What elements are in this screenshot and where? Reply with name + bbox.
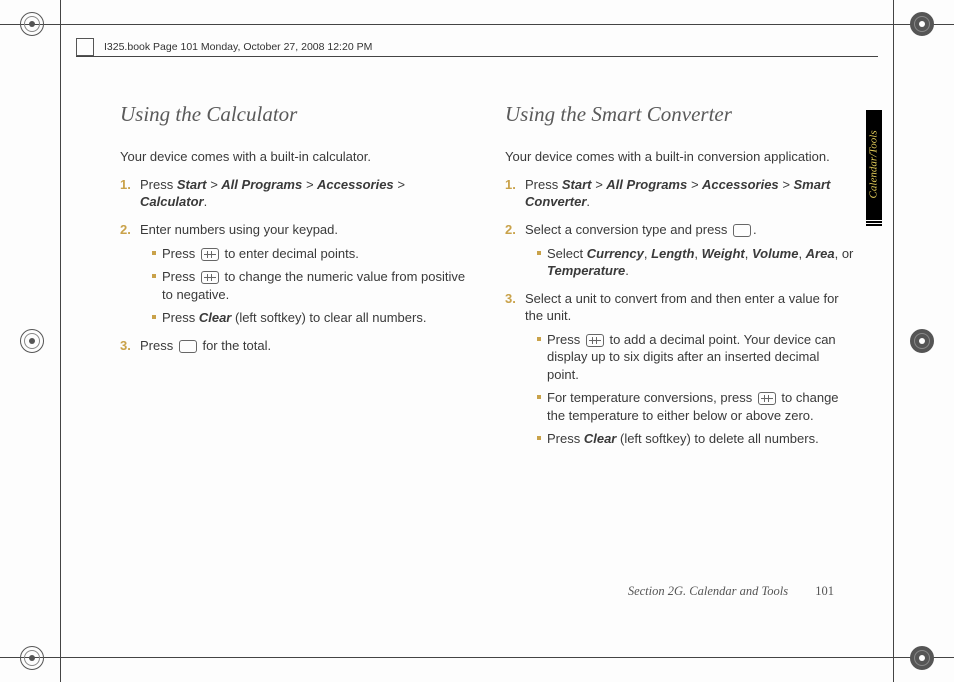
book-header: I325.book Page 101 Monday, October 27, 2… <box>76 38 878 54</box>
keypad-icon <box>201 271 219 284</box>
keypad-icon <box>586 334 604 347</box>
page-footer: Section 2G. Calendar and Tools 101 <box>628 583 834 600</box>
registration-mark-icon <box>910 646 934 670</box>
substep-item: Select Currency, Length, Weight, Volume,… <box>537 245 854 280</box>
step-number: 1. <box>120 176 131 194</box>
intro-text: Your device comes with a built-in conver… <box>505 148 854 166</box>
step-item: 3. Select a unit to convert from and the… <box>505 290 854 448</box>
keypad-icon <box>758 392 776 405</box>
footer-page-number: 101 <box>815 584 834 598</box>
softkey-icon <box>179 340 197 353</box>
step-item: 2. Select a conversion type and press . … <box>505 221 854 280</box>
intro-text: Your device comes with a built-in calcul… <box>120 148 469 166</box>
right-column: Using the Smart Converter Your device co… <box>505 100 854 612</box>
registration-mark-icon <box>910 329 934 353</box>
registration-mark-icon <box>20 12 44 36</box>
substep-item: Press to add a decimal point. Your devic… <box>537 331 854 384</box>
step-number: 3. <box>505 290 516 308</box>
footer-section: Section 2G. Calendar and Tools <box>628 584 788 598</box>
substep-item: Press to enter decimal points. <box>152 245 469 263</box>
step-item: 1. Press Start > All Programs > Accessor… <box>505 176 854 211</box>
step-number: 2. <box>505 221 516 239</box>
heading-calculator: Using the Calculator <box>120 100 469 128</box>
crop-line-left <box>60 0 61 682</box>
steps-list: 1. Press Start > All Programs > Accessor… <box>120 176 469 354</box>
step-number: 1. <box>505 176 516 194</box>
heading-converter: Using the Smart Converter <box>505 100 854 128</box>
substeps-list: Press to enter decimal points. Press to … <box>140 245 469 327</box>
left-column: Using the Calculator Your device comes w… <box>120 100 469 612</box>
substeps-list: Select Currency, Length, Weight, Volume,… <box>525 245 854 280</box>
header-rule <box>76 56 878 57</box>
thumb-tab: Calendar/Tools <box>866 110 882 218</box>
crop-line-top <box>0 24 954 25</box>
crop-line-right <box>893 0 894 682</box>
step-number: 2. <box>120 221 131 239</box>
registration-mark-icon <box>20 646 44 670</box>
substeps-list: Press to add a decimal point. Your devic… <box>525 331 854 448</box>
crop-line-bottom <box>0 657 954 658</box>
registration-mark-icon <box>910 12 934 36</box>
substep-item: Press Clear (left softkey) to clear all … <box>152 309 469 327</box>
softkey-icon <box>733 224 751 237</box>
registration-mark-icon <box>20 329 44 353</box>
book-line-text: I325.book Page 101 Monday, October 27, 2… <box>104 40 372 54</box>
steps-list: 1. Press Start > All Programs > Accessor… <box>505 176 854 448</box>
step-item: 2. Enter numbers using your keypad. Pres… <box>120 221 469 327</box>
keypad-icon <box>201 248 219 261</box>
step-item: 1. Press Start > All Programs > Accessor… <box>120 176 469 211</box>
thumb-tab-label: Calendar/Tools <box>867 130 882 198</box>
substep-item: Press to change the numeric value from p… <box>152 268 469 303</box>
step-number: 3. <box>120 337 131 355</box>
page-body: Using the Calculator Your device comes w… <box>120 100 854 612</box>
step-item: 3. Press for the total. <box>120 337 469 355</box>
substep-item: For temperature conversions, press to ch… <box>537 389 854 424</box>
thumb-tab-stack <box>866 218 882 227</box>
substep-item: Press Clear (left softkey) to delete all… <box>537 430 854 448</box>
